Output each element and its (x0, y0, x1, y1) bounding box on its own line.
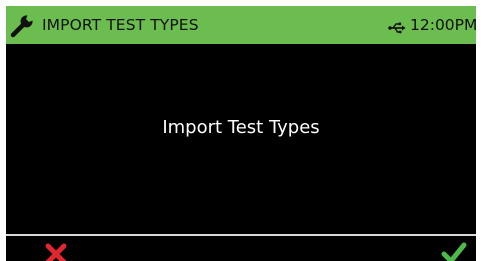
page-title: IMPORT TEST TYPES (42, 16, 199, 34)
wrench-icon (10, 12, 36, 38)
check-icon (441, 241, 467, 261)
confirm-button[interactable] (441, 241, 467, 261)
screen: IMPORT TEST TYPES 12:00PM Import Test Ty… (0, 0, 482, 261)
status-message: Import Test Types (162, 117, 320, 138)
header-bar: IMPORT TEST TYPES 12:00PM (6, 6, 476, 44)
footer-divider (6, 234, 476, 236)
cancel-button[interactable] (44, 243, 68, 261)
clock-time: 12:00PM (410, 16, 476, 34)
device-display: IMPORT TEST TYPES 12:00PM Import Test Ty… (6, 6, 476, 261)
usb-icon (388, 19, 406, 34)
x-icon (44, 243, 68, 261)
